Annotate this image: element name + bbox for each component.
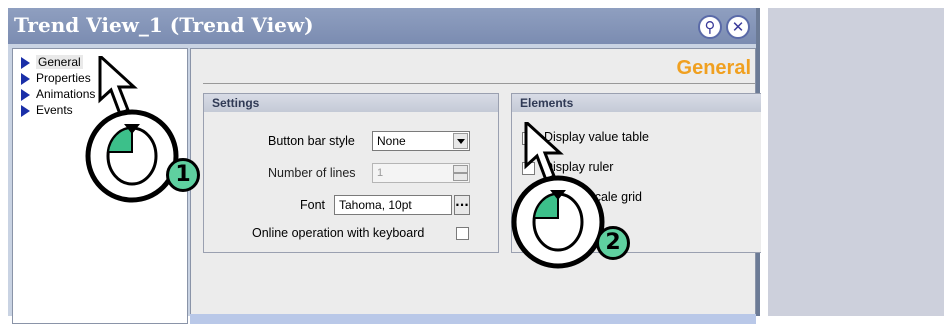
arrow-icon — [21, 88, 30, 101]
arrow-icon — [21, 104, 30, 117]
number-of-lines-spinner[interactable]: 1 — [372, 163, 470, 183]
step-badge-2: 2 — [596, 226, 630, 260]
button-bar-style-value: None — [377, 134, 406, 148]
tree-item-events[interactable]: Events — [21, 103, 73, 121]
number-of-lines-value: 1 — [377, 167, 384, 179]
font-label: Font — [300, 198, 326, 212]
settings-heading: Settings — [204, 94, 498, 112]
button-bar-style-select[interactable]: None — [372, 131, 470, 151]
title-bar: Trend View_1 (Trend View) ⚲ ✕ — [8, 8, 756, 44]
online-operation-label: Online operation with keyboard — [252, 226, 425, 240]
divider — [203, 83, 755, 84]
font-field[interactable]: Tahoma, 10pt — [334, 195, 452, 215]
step-badge-1: 1 — [166, 158, 200, 192]
background-area — [768, 8, 944, 316]
elements-heading: Elements — [512, 94, 761, 112]
arrow-icon — [21, 72, 30, 85]
window-title: Trend View_1 (Trend View) — [14, 13, 314, 37]
cursor-icon — [98, 56, 138, 117]
font-browse-button[interactable]: ... — [454, 195, 470, 215]
spin-down-icon[interactable] — [453, 173, 468, 181]
settings-group: Settings Button bar style None Number of… — [203, 93, 499, 253]
properties-panel: General Settings Button bar style None N… — [190, 48, 761, 324]
button-bar-style-label: Button bar style — [268, 134, 355, 148]
pin-icon[interactable]: ⚲ — [698, 15, 722, 39]
cursor-icon — [524, 122, 564, 183]
panel-title: General — [676, 57, 751, 79]
online-operation-checkbox[interactable] — [456, 227, 469, 240]
chevron-down-icon[interactable] — [453, 133, 468, 149]
close-icon[interactable]: ✕ — [726, 15, 750, 39]
arrow-icon — [21, 56, 30, 69]
number-of-lines-label: Number of lines — [268, 166, 356, 180]
spin-up-icon[interactable] — [453, 165, 468, 173]
